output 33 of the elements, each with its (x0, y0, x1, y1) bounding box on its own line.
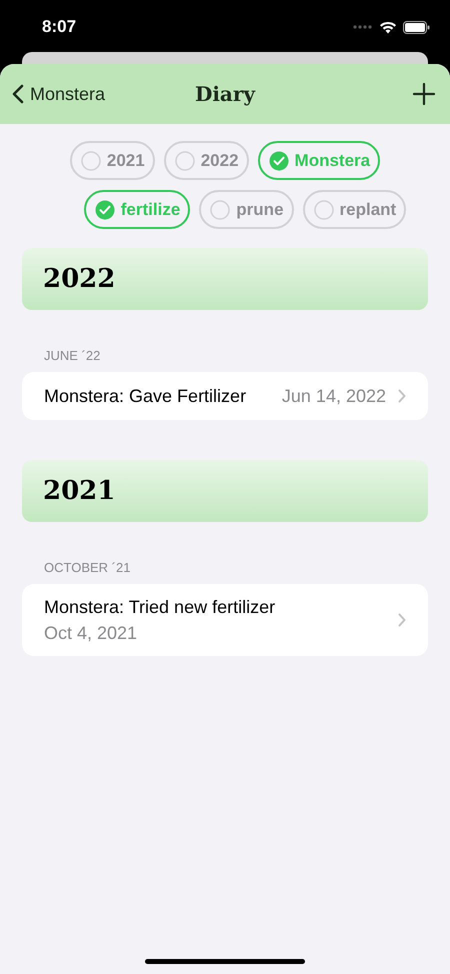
filter-chip[interactable]: fertilize (84, 190, 190, 229)
status-time: 8:07 (42, 17, 76, 37)
screen-title: Diary (194, 82, 256, 106)
wifi-icon (379, 20, 397, 34)
chevron-left-icon (12, 84, 24, 104)
plus-icon (410, 80, 438, 108)
chevron-right-icon (398, 613, 406, 627)
entry-date: Jun 14, 2022 (282, 386, 386, 406)
chevron-right-icon (398, 389, 406, 403)
add-button[interactable] (410, 80, 438, 108)
entry-title: Monstera: Tried new fertilizer (44, 596, 276, 618)
year-title: 2021 (43, 476, 116, 506)
radio-circle-icon (80, 150, 101, 170)
diary-entry-row[interactable]: Monstera: Gave Fertilizer Jun 14, 2022 (22, 372, 428, 420)
entry-title: Monstera: Gave Fertilizer (44, 386, 246, 406)
year-title: 2022 (43, 264, 116, 294)
battery-icon (403, 20, 430, 34)
radio-circle-icon (314, 200, 334, 220)
diary-entry-row[interactable]: Monstera: Tried new fertilizer Oct 4, 2021 (22, 584, 428, 656)
filter-chip[interactable]: prune (199, 190, 294, 229)
entry-date: Oct 4, 2021 (44, 622, 138, 644)
radio-circle-icon (174, 150, 195, 170)
back-button[interactable]: Monstera (12, 84, 106, 104)
filter-chip[interactable]: 2022 (164, 141, 249, 180)
filter-chip[interactable]: 2021 (70, 141, 155, 180)
radio-circle-icon (210, 200, 230, 220)
filter-chip[interactable]: replant (302, 190, 406, 229)
month-label: OCTOBER ´21 (43, 559, 132, 577)
signal-icon (353, 25, 373, 29)
checkmark-icon (94, 200, 115, 220)
month-label: JUNE ´22 (43, 347, 102, 365)
filter-chip[interactable]: Monstera (258, 141, 380, 180)
checkmark-icon (268, 150, 289, 170)
